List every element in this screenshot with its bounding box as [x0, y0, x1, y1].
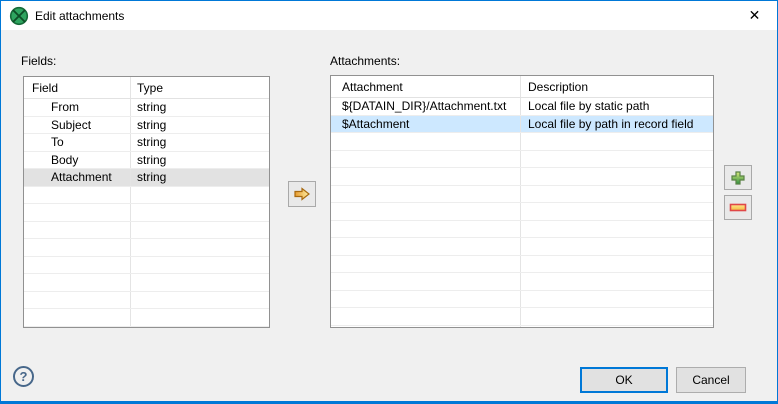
minus-icon — [729, 203, 747, 212]
table-row-empty[interactable] — [331, 308, 713, 326]
table-row[interactable]: ${DATAIN_DIR}/Attachment.txt Local file … — [331, 98, 713, 116]
arrow-right-icon — [294, 187, 310, 201]
fields-table-body: From string Subject string To string Bod… — [24, 99, 269, 327]
fields-table: Field Type From string Subject string To… — [23, 76, 270, 328]
table-row[interactable]: $Attachment Local file by path in record… — [331, 115, 713, 133]
help-button[interactable]: ? — [13, 366, 34, 387]
edit-attachments-dialog: Edit attachments ✕ Fields: Attachments: … — [0, 0, 778, 404]
attachments-table: Attachment Description ${DATAIN_DIR}/Att… — [330, 75, 714, 328]
column-header-attachment[interactable]: Attachment — [331, 76, 521, 97]
table-row-empty[interactable] — [331, 238, 713, 256]
table-row-empty[interactable] — [24, 204, 269, 222]
table-row-empty[interactable] — [331, 325, 713, 327]
remove-attachment-button[interactable] — [724, 195, 752, 220]
table-row-empty[interactable] — [24, 239, 269, 257]
attachment-description: Local file by path in record field — [521, 115, 713, 132]
field-type: string — [137, 117, 167, 132]
table-row-empty[interactable] — [24, 186, 269, 204]
plus-icon — [731, 170, 745, 185]
table-row-empty[interactable] — [331, 168, 713, 186]
column-header-field[interactable]: Field — [24, 77, 131, 98]
field-type: string — [131, 169, 269, 186]
table-row-empty[interactable] — [24, 256, 269, 274]
title-bar: Edit attachments ✕ — [1, 1, 777, 30]
table-row-empty[interactable] — [24, 221, 269, 239]
window-title: Edit attachments — [35, 8, 125, 23]
table-row-empty[interactable] — [331, 290, 713, 308]
table-row[interactable]: Attachment string — [24, 169, 269, 187]
field-name: Attachment — [24, 169, 131, 186]
attachment-description: Local file by static path — [528, 99, 650, 114]
field-type: string — [137, 152, 167, 167]
field-name: Body — [24, 151, 131, 168]
table-row-empty[interactable] — [331, 255, 713, 273]
field-name: To — [24, 134, 131, 151]
column-header-description[interactable]: Description — [521, 76, 713, 97]
cancel-button[interactable]: Cancel — [676, 367, 746, 393]
move-right-button[interactable] — [288, 181, 316, 207]
table-row[interactable]: Subject string — [24, 116, 269, 134]
table-row-empty[interactable] — [331, 220, 713, 238]
attachment-path: ${DATAIN_DIR}/Attachment.txt — [331, 98, 521, 115]
table-row-empty[interactable] — [24, 309, 269, 327]
table-row-empty[interactable] — [24, 326, 269, 327]
field-type: string — [137, 135, 167, 150]
dialog-body: Fields: Attachments: Field Type From str… — [1, 30, 777, 401]
close-icon[interactable]: ✕ — [732, 1, 777, 30]
table-row-empty[interactable] — [24, 291, 269, 309]
column-header-type[interactable]: Type — [131, 77, 269, 98]
table-row-empty[interactable] — [331, 273, 713, 291]
attachments-table-body: ${DATAIN_DIR}/Attachment.txt Local file … — [331, 98, 713, 327]
table-row-empty[interactable] — [24, 274, 269, 292]
field-name: From — [24, 99, 131, 116]
ok-button[interactable]: OK — [580, 367, 668, 393]
clover-logo-icon — [9, 6, 29, 25]
add-attachment-button[interactable] — [724, 165, 752, 190]
attachment-path: $Attachment — [331, 115, 521, 132]
field-name: Subject — [24, 116, 131, 133]
table-row[interactable]: From string — [24, 99, 269, 117]
field-type: string — [137, 100, 167, 115]
question-mark-icon: ? — [19, 369, 28, 384]
table-row-empty[interactable] — [331, 185, 713, 203]
fields-label: Fields: — [21, 54, 57, 68]
table-row-empty[interactable] — [331, 203, 713, 221]
table-row-empty[interactable] — [331, 150, 713, 168]
table-row[interactable]: To string — [24, 134, 269, 152]
fields-table-header: Field Type — [24, 77, 269, 99]
attachments-label: Attachments: — [330, 54, 401, 68]
table-row[interactable]: Body string — [24, 151, 269, 169]
table-row-empty[interactable] — [331, 133, 713, 151]
attachments-table-header: Attachment Description — [331, 76, 713, 98]
